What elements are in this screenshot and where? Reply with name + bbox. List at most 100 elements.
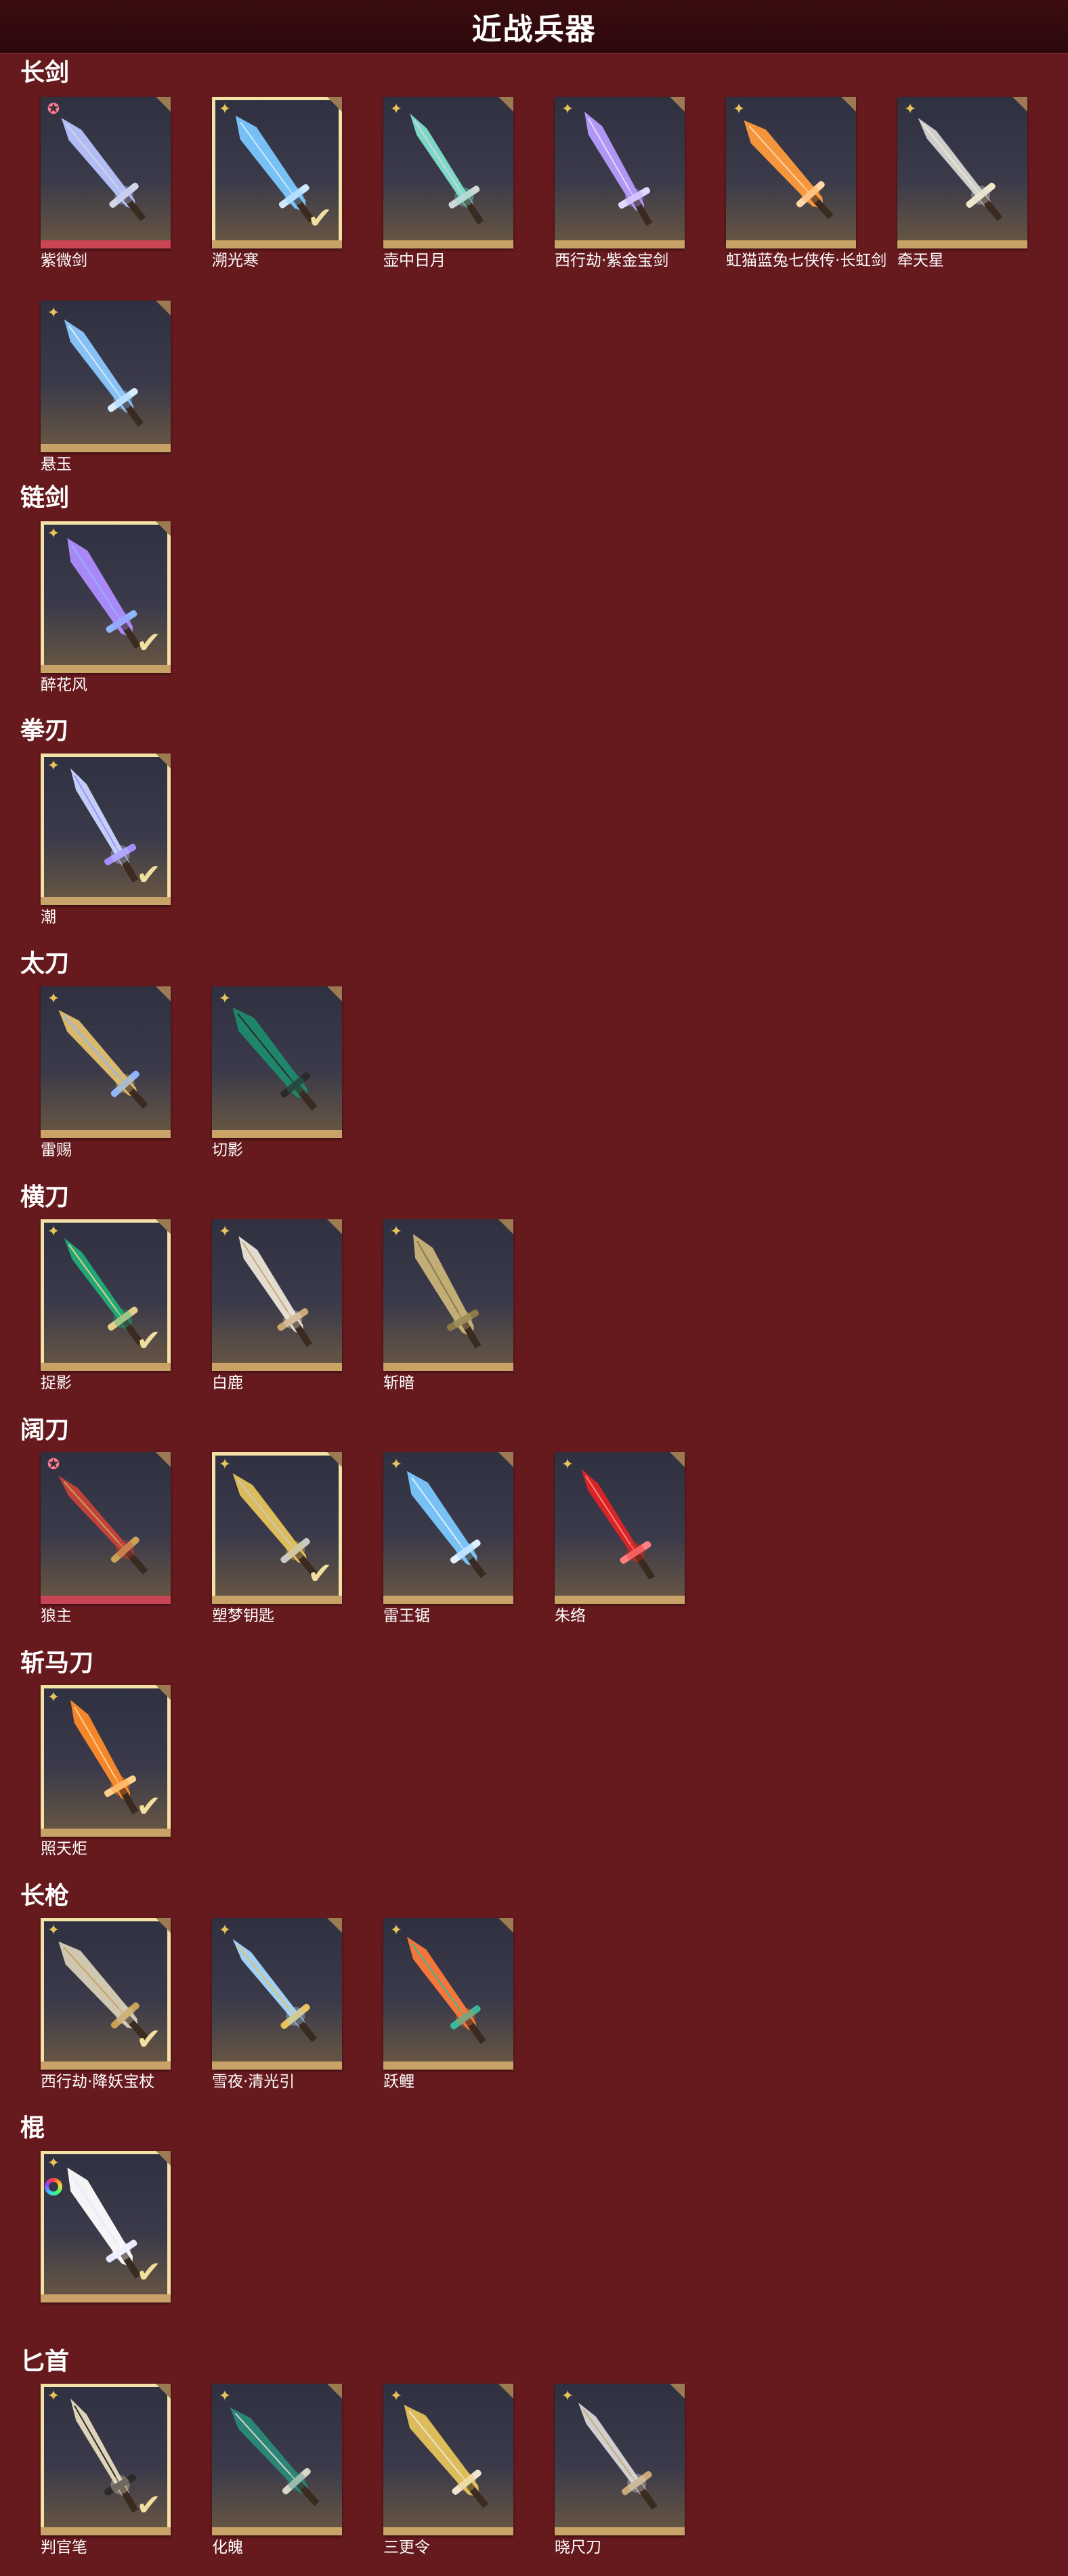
weapon-card[interactable]: ✦ [383,1452,513,1604]
rarity-bar [41,240,171,248]
weapon-card[interactable]: ✦ [726,97,856,248]
category-title-spear: 长枪 [20,1882,70,1910]
weapon-name: 跃鲤 [383,2073,414,2091]
rarity-bar [212,240,342,248]
weapon-card[interactable]: ✦ [41,986,171,1138]
red-rarity-star-icon: ✪ [47,1456,60,1473]
weapon-card[interactable]: ✪ [41,1452,171,1604]
weapon-card[interactable]: ✦ [212,1918,342,2070]
owned-check-icon: ✔ [136,626,161,660]
corner-tag-icon [156,2384,171,2399]
rarity-bar [41,1829,171,1837]
corner-tag-icon [156,1685,171,1700]
weapon-name: 西行劫·降妖宝杖 [41,2073,155,2091]
owned-check-icon: ✔ [136,1324,161,1358]
weapon-name: 狼主 [41,1607,72,1625]
weapon-name: 照天炬 [41,1840,87,1858]
weapon-card[interactable]: ✦ [383,2384,513,2535]
corner-tag-icon [841,97,856,112]
category-title-zhanmadao: 斩马刀 [20,1649,94,1677]
rarity-bar [383,2527,513,2535]
weapon-card[interactable]: ✦ ✔ [41,1219,171,1371]
rarity-bar [726,240,856,248]
weapon-card[interactable]: ✦ ✔ [41,1918,171,2070]
gold-rarity-star-icon: ✦ [218,2388,232,2405]
silver-dagger-icon [578,2402,658,2510]
owned-check-icon: ✔ [136,1789,161,1824]
corner-tag-icon [156,1219,171,1234]
rarity-bar [41,897,171,905]
weapon-card[interactable]: ✦ ✔ [41,2151,171,2302]
category-title-chainsword: 链剑 [20,484,70,512]
weapon-name: 醉花风 [41,676,87,694]
corner-tag-icon [498,1452,513,1467]
white-saber-icon [238,1236,313,1347]
corner-tag-icon [156,1452,171,1467]
corner-tag-icon [1012,97,1027,112]
weapon-card[interactable]: ✦ [41,301,171,452]
weapon-card[interactable]: ✦ ✔ [41,1685,171,1837]
gold-rarity-star-icon: ✦ [47,758,60,774]
weapon-name: 牵天星 [897,252,944,269]
weapon-card[interactable]: ✦ [383,1918,513,2070]
weapon-card[interactable]: ✦ ✔ [41,521,171,673]
crimson-blade-icon [581,1468,656,1580]
weapon-name: 紫微剑 [41,252,87,269]
weapon-card[interactable]: ✦ [212,2384,342,2535]
weapon-name: 晓尺刀 [555,2539,601,2556]
corner-tag-icon [498,1918,513,1933]
owned-check-icon: ✔ [307,201,333,236]
corner-tag-icon [156,301,171,315]
corner-tag-icon [156,1918,171,1933]
jade-sword-icon [410,113,484,225]
rarity-bar [383,1596,513,1604]
weapon-name: 化魄 [212,2539,243,2556]
corner-tag-icon [156,754,171,768]
weapon-card[interactable]: ✦ [212,986,342,1138]
rarity-bar [897,240,1027,248]
weapon-card[interactable]: ✦ [383,97,513,248]
category-title-longsword: 长剑 [20,59,70,87]
bronze-saber-icon [413,1234,482,1349]
weapon-card[interactable]: ✦ [555,1452,685,1604]
rarity-bar [383,240,513,248]
weapon-card[interactable]: ✦ [383,1219,513,1371]
gold-rarity-star-icon: ✦ [389,2388,403,2405]
gold-rarity-star-icon: ✦ [218,990,232,1007]
rarity-bar [383,1363,513,1371]
rarity-bar [41,1363,171,1371]
weapon-card[interactable]: ✦ ✔ [212,97,342,248]
corner-tag-icon [327,97,342,112]
category-title-dagger: 匕首 [20,2348,70,2376]
corner-tag-icon [156,521,171,536]
category-title-broadblade: 阔刀 [20,1416,70,1444]
weapon-card[interactable]: ✦ ✔ [41,754,171,905]
weapon-card[interactable]: ✦ ✔ [212,1452,342,1604]
weapon-card[interactable]: ✪ [41,97,171,248]
page-header: 近战兵器 [0,0,1068,54]
weapon-card[interactable]: ✦ [555,97,685,248]
weapon-card[interactable]: ✦ [212,1219,342,1371]
weapon-card[interactable]: ✦ [897,97,1027,248]
weapon-card[interactable]: ✦ ✔ [41,2384,171,2535]
corner-tag-icon [670,97,685,112]
gold-rarity-star-icon: ✦ [732,101,746,118]
gold-rarity-star-icon: ✦ [47,1689,60,1706]
owned-check-icon: ✔ [136,2255,161,2290]
rarity-bar [212,2061,342,2070]
corner-tag-icon [498,2384,513,2399]
rarity-bar [41,444,171,452]
corner-tag-icon [156,986,171,1001]
gold-rarity-star-icon: ✦ [561,101,574,118]
gold-rarity-star-icon: ✦ [218,101,232,118]
rarity-bar [212,1596,342,1604]
owned-check-icon: ✔ [136,2022,161,2057]
weapon-card[interactable]: ✦ [555,2384,685,2535]
gold-rarity-star-icon: ✦ [47,1922,60,1939]
red-rarity-star-icon: ✪ [47,101,60,118]
category-title-staff: 棍 [20,2114,45,2142]
page-title: 近战兵器 [471,12,597,47]
gold-rarity-star-icon: ✦ [218,1223,232,1240]
weapon-name: 壶中日月 [383,252,446,269]
category-title-tachi: 太刀 [20,950,70,978]
